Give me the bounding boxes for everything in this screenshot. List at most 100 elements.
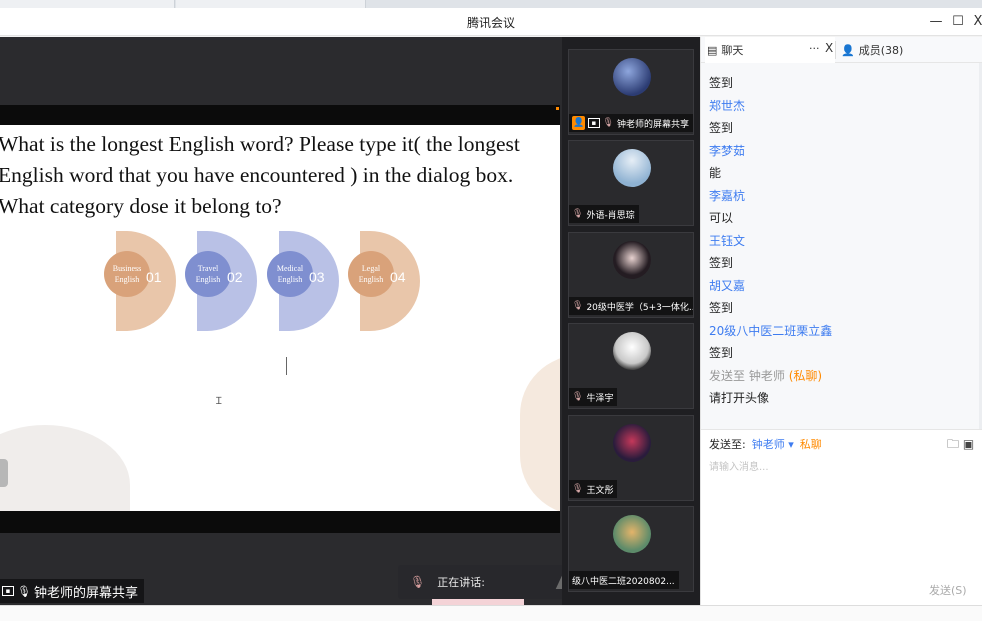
maximize-button[interactable]: ☐ [948,12,968,32]
question-line: What is the longest English word? Please… [0,132,520,156]
question-line: English word that you have encountered )… [0,163,514,187]
category-label: Medical [276,264,304,273]
participant-name-bar: 👤 ▪ 🎙 钟老师的屏幕共享 [569,114,693,132]
more-options-icon[interactable]: ··· [809,42,820,55]
category-label: English [114,275,140,284]
private-chat-tag: 私聊 [799,438,822,451]
chat-message: 请打开头像 [709,391,770,405]
avatar [613,332,651,370]
person-icon: 👤 [841,43,855,57]
send-to-label: 发送至: [709,438,746,451]
minimize-button[interactable]: — [926,12,946,32]
avatar [613,58,651,96]
participant-tile[interactable]: 🎙 外语-肖思琮 [568,140,694,226]
category-number: 01 [146,269,162,285]
text-cursor [286,357,287,375]
avatar [613,149,651,187]
chat-sender[interactable]: 李梦茹 [709,142,745,159]
recipient-dropdown[interactable]: 钟老师 ▾ [752,436,794,452]
tencent-meeting-window: 腾讯会议 — ☐ X What is the longest English w… [0,0,982,621]
chat-message: 签到 [709,256,734,270]
participant-name-bar: 🎙 牛泽宇 [569,388,618,406]
category-disc: Travel English [185,251,231,297]
letterbox-top [0,105,560,125]
message-input[interactable]: 请输入消息... [709,458,769,473]
close-chat-icon[interactable]: X [825,41,833,55]
category-number: 03 [309,269,325,285]
private-prefix: 发送至 [709,369,746,383]
participant-name: 王文彤 [586,485,614,496]
category-label: Legal [361,264,381,273]
chat-message-list[interactable]: 签到 郑世杰 签到 李梦茹 能 李嘉杭 可以 王钰文 签到 胡又嘉 签到 20级… [701,63,979,429]
file-icon[interactable]: 🗀 [947,437,959,451]
slide-side-handle[interactable] [0,459,8,487]
chat-panel-tabs: ▤ 聊天 ··· X 👤 成员(38) [701,37,982,63]
sharer-name: 钟老师的屏幕共享 [33,585,138,601]
letterbox-bottom [0,511,560,533]
chat-panel: ▤ 聊天 ··· X 👤 成员(38) 签到 郑世杰 签到 李梦茹 能 李嘉杭 … [700,37,982,605]
send-to-row: 发送至: 钟老师 ▾ 私聊 [709,436,822,452]
slide-question: What is the longest English word? Please… [0,129,560,222]
private-recipient[interactable]: 钟老师 [749,369,785,383]
tab-members[interactable]: 👤 成员(38) [841,37,903,63]
window-title: 腾讯会议 [466,16,515,30]
participant-list[interactable]: 👤 ▪ 🎙 钟老师的屏幕共享 🎙 外语-肖思琮 🎙 20级中医学（5+3一体化.… [562,37,700,605]
category-number: 02 [227,269,243,285]
participant-name: 钟老师的屏幕共享 [616,119,689,130]
mic-muted-icon: 🎙 [572,209,584,219]
mic-muted-icon: 🎙 [410,575,426,589]
tab-chat-label: 聊天 [721,44,744,57]
chat-sender[interactable]: 胡又嘉 [709,277,745,294]
category-legal: Legal English 04 [348,231,420,331]
chat-sender[interactable]: 20级八中医二班栗立鑫 [709,322,832,339]
participant-tile[interactable]: 🎙 王文彤 [568,415,694,501]
participant-tile[interactable]: 级八中医二班2020802... [568,506,694,592]
private-message-header: 发送至 钟老师 (私聊) [709,367,822,384]
chat-sender[interactable]: 李嘉杭 [709,187,745,204]
question-line: What category dose it belong to? [0,194,282,218]
category-label: English [195,275,221,284]
chat-sender[interactable]: 王钰文 [709,232,745,249]
shared-slide: What is the longest English word? Please… [0,125,560,511]
category-label: English [277,275,303,284]
compose-tools: 🗀 ▣ [947,435,974,456]
participant-tile[interactable]: 🎙 20级中医学（5+3一体化... [568,232,694,318]
chat-message: 签到 [709,346,734,360]
close-button[interactable]: X [968,12,982,32]
participant-tile[interactable]: 👤 ▪ 🎙 钟老师的屏幕共享 [568,49,694,135]
screenshot-icon[interactable]: ▣ [963,437,974,451]
participant-name: 20级中医学（5+3一体化... [586,302,693,313]
avatar [613,424,651,462]
send-button[interactable]: 发送(S) [929,582,967,598]
speaking-label: 正在讲话: [437,576,485,589]
category-label: Business [112,264,142,273]
ibeam-cursor-icon: Ɪ [216,396,222,407]
participant-name-bar: 🎙 外语-肖思琮 [569,205,639,223]
browser-tab[interactable] [0,0,175,8]
participant-name-bar: 🎙 20级中医学（5+3一体化... [569,297,693,315]
participant-tile[interactable]: 🎙 牛泽宇 [568,323,694,409]
chat-message: 可以 [709,211,734,225]
chat-icon: ▤ [707,43,718,57]
avatar [613,241,651,279]
avatar [613,515,651,553]
chat-sender[interactable]: 郑世杰 [709,97,745,114]
chat-message: 签到 [709,121,734,135]
participant-name-bar: 🎙 王文彤 [569,480,618,498]
category-number: 04 [390,269,406,285]
bottom-strip [0,605,982,621]
mic-muted-icon: 🎙 [572,301,584,311]
shared-screen-stage[interactable]: What is the longest English word? Please… [0,37,603,605]
category-disc: Medical English [267,251,313,297]
mic-muted-icon: 🎙 [572,484,584,494]
mic-icon: 🎙 [17,584,31,598]
screen-share-icon: ▪ [588,118,600,128]
browser-tab-strip [0,0,982,8]
chat-message: 签到 [709,76,734,90]
sharer-label: ▪ 🎙 钟老师的屏幕共享 [0,579,144,603]
browser-tab[interactable] [176,0,366,8]
category-medical: Medical English 03 [267,231,339,331]
chat-message: 能 [709,166,722,180]
category-business: Business English 01 [104,231,176,331]
orange-dot [556,107,559,110]
